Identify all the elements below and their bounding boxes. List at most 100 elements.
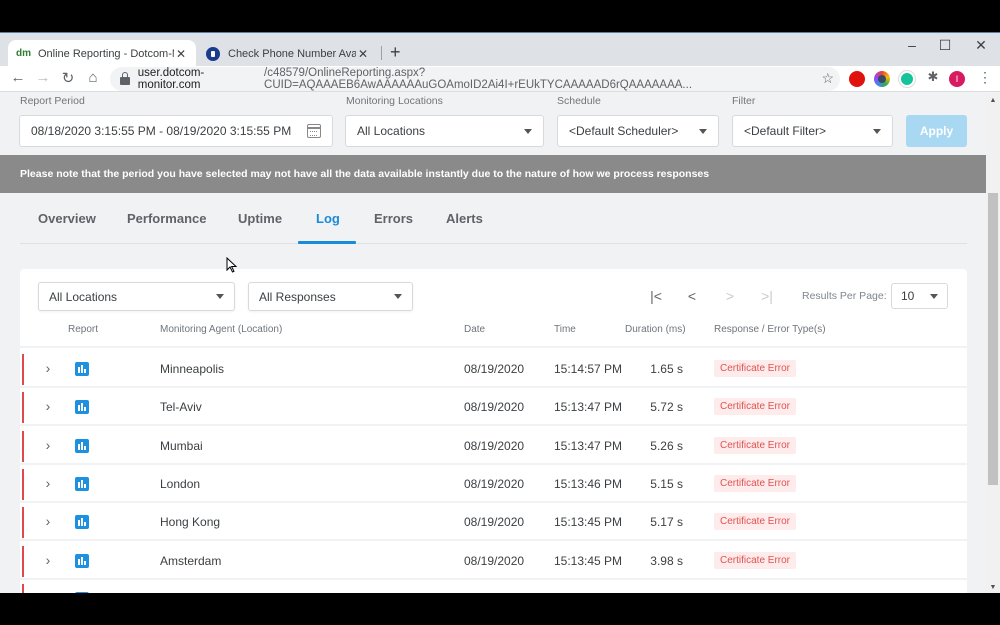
chevron-down-icon <box>524 128 532 134</box>
log-panel: All Locations All Responses |< < > >| Re… <box>20 269 967 593</box>
first-page-button[interactable]: |< <box>646 288 666 304</box>
vertical-scrollbar[interactable]: ▲ ▼ <box>986 93 1000 593</box>
profile-avatar[interactable]: I <box>949 71 965 87</box>
url-host: user.dotcom-monitor.com <box>137 67 205 91</box>
column-header-report[interactable]: Report <box>68 324 98 335</box>
expand-row-chevron-icon[interactable]: › <box>42 360 54 376</box>
expand-row-chevron-icon[interactable]: › <box>42 398 54 414</box>
report-chart-icon[interactable] <box>75 553 89 568</box>
expand-row-chevron-icon[interactable]: › <box>42 437 54 453</box>
expand-row-chevron-icon[interactable]: › <box>42 552 54 568</box>
tab-overview[interactable]: Overview <box>38 211 96 226</box>
chevron-down-icon <box>873 128 881 134</box>
maximize-button[interactable]: ☐ <box>930 37 960 54</box>
screen: dm Online Reporting - Dotcom-Monitor ✕ C… <box>0 0 1000 625</box>
row-time: 15:13:45 PM <box>554 515 623 530</box>
column-header-date[interactable]: Date <box>464 324 485 335</box>
tab-performance[interactable]: Performance <box>127 211 206 226</box>
lock-icon <box>120 72 130 85</box>
results-per-page-select[interactable]: 10 <box>891 283 948 309</box>
table-row[interactable]: › Mumbai 08/19/2020 15:13:47 PM 5.26 s Certif… <box>20 427 967 465</box>
browser-tab-check-phone[interactable]: Check Phone Number Availability ✕ <box>198 40 378 67</box>
bookmark-star-icon[interactable]: ☆ <box>821 70 834 87</box>
calendar-icon[interactable] <box>307 124 321 138</box>
table-row[interactable]: › Hong Kong 08/19/2020 15:13:45 PM 5.17 s Cer… <box>20 503 967 542</box>
expand-row-chevron-icon[interactable]: › <box>42 475 54 491</box>
minimize-button[interactable]: – <box>897 37 927 53</box>
back-button[interactable]: ← <box>8 69 28 86</box>
report-chart-icon[interactable] <box>75 438 89 453</box>
scroll-up-icon[interactable]: ▲ <box>986 97 1000 104</box>
row-location: Amsterdam <box>160 553 222 568</box>
scroll-down-icon[interactable]: ▼ <box>986 584 1000 591</box>
error-indicator-bar <box>22 507 24 539</box>
filter-value: <Default Filter> <box>744 124 827 138</box>
browser-menu-icon[interactable]: ⋮ <box>978 69 992 85</box>
phone-check-icon <box>206 46 220 61</box>
grammarly-icon[interactable] <box>899 71 915 87</box>
response-error-badge: Certificate Error <box>714 474 797 492</box>
close-tab-icon[interactable]: ✕ <box>174 47 188 61</box>
log-response-value: All Responses <box>259 289 336 304</box>
expand-row-chevron-icon[interactable]: › <box>42 590 54 593</box>
adblock-icon[interactable] <box>849 71 865 87</box>
extensions-puzzle-icon[interactable]: ✱ <box>925 69 941 85</box>
tab-alerts[interactable]: Alerts <box>446 211 483 226</box>
apply-button[interactable]: Apply <box>906 115 967 147</box>
home-button[interactable]: ⌂ <box>83 69 103 86</box>
column-header-response[interactable]: Response / Error Type(s) <box>714 324 826 335</box>
table-row[interactable]: › Minneapolis 08/19/2020 15:14:57 PM 1.65 s C… <box>20 350 967 388</box>
schedule-select[interactable]: <Default Scheduler> <box>557 115 719 147</box>
report-chart-icon[interactable] <box>75 515 89 530</box>
table-row[interactable]: › Amsterdam 08/19/2020 15:13:45 PM 3.98 s Cer… <box>20 542 967 580</box>
error-indicator-bar <box>22 392 24 424</box>
tab-log[interactable]: Log <box>316 211 340 226</box>
report-chart-icon[interactable] <box>75 476 89 491</box>
error-indicator-bar <box>22 430 24 462</box>
close-window-button[interactable]: ✕ <box>966 37 996 54</box>
column-header-duration[interactable]: Duration (ms) <box>625 324 686 335</box>
row-duration: 5.72 s <box>650 400 683 415</box>
table-row[interactable]: › Tel-Aviv 08/19/2020 15:13:47 PM 5.72 s Cert… <box>20 388 967 427</box>
last-page-button[interactable]: >| <box>757 288 777 304</box>
address-bar[interactable]: user.dotcom-monitor.com /c48579/OnlineRe… <box>110 67 840 91</box>
active-tab-indicator <box>298 241 356 244</box>
report-period-field[interactable]: 08/18/2020 3:15:55 PM - 08/19/2020 3:15:… <box>19 115 333 147</box>
reload-button[interactable]: ↻ <box>58 69 78 87</box>
report-chart-icon[interactable] <box>75 400 89 415</box>
tab-uptime[interactable]: Uptime <box>238 211 282 226</box>
row-time: 15:13:47 PM <box>554 400 623 415</box>
next-page-button[interactable]: > <box>720 288 740 304</box>
new-tab-button[interactable]: + <box>390 42 401 63</box>
scrollbar-thumb[interactable] <box>988 193 998 485</box>
report-chart-icon[interactable] <box>75 362 89 376</box>
tab-errors[interactable]: Errors <box>374 211 413 226</box>
color-picker-icon[interactable] <box>874 71 890 87</box>
expand-row-chevron-icon[interactable]: › <box>42 513 54 529</box>
row-duration: 3.98 s <box>650 553 683 568</box>
report-period-label: Report Period <box>20 95 85 107</box>
chevron-down-icon <box>394 294 402 299</box>
row-duration: 5.15 s <box>650 476 683 491</box>
filter-select[interactable]: <Default Filter> <box>732 115 893 147</box>
log-location-filter[interactable]: All Locations <box>38 282 235 311</box>
forward-button[interactable]: → <box>33 69 53 86</box>
table-row[interactable]: › London 08/19/2020 15:13:46 PM 5.15 s Certif… <box>20 465 967 503</box>
column-header-location[interactable]: Monitoring Agent (Location) <box>160 324 282 335</box>
table-row[interactable]: › <box>20 580 967 593</box>
tab-strip: dm Online Reporting - Dotcom-Monitor ✕ C… <box>0 32 1000 67</box>
log-response-filter[interactable]: All Responses <box>248 282 413 311</box>
browser-tab-online-reporting[interactable]: dm Online Reporting - Dotcom-Monitor ✕ <box>8 40 196 67</box>
row-location: Hong Kong <box>160 515 221 530</box>
prev-page-button[interactable]: < <box>682 288 702 304</box>
row-date: 08/19/2020 <box>464 553 525 568</box>
monitoring-locations-select[interactable]: All Locations <box>345 115 544 147</box>
notice-banner: Please note that the period you have sel… <box>0 155 986 193</box>
navigation-bar: ← → ↻ ⌂ user.dotcom-monitor.com /c48579/… <box>0 66 1000 92</box>
close-tab-icon[interactable]: ✕ <box>356 47 370 61</box>
tab-separator <box>381 46 382 60</box>
report-chart-icon[interactable] <box>75 591 89 593</box>
column-header-time[interactable]: Time <box>554 324 576 335</box>
response-error-badge: Certificate Error <box>714 398 797 416</box>
row-time: 15:13:47 PM <box>554 438 623 453</box>
